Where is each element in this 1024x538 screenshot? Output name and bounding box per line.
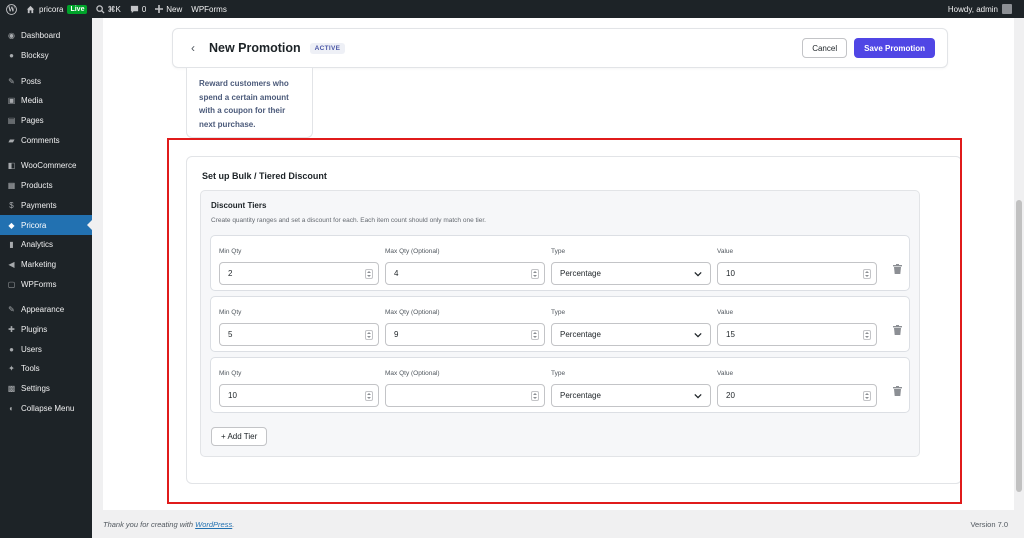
sidebar-item-pages[interactable]: ▤ Pages xyxy=(0,111,92,131)
avatar xyxy=(1002,4,1012,14)
archive-icon: ▦ xyxy=(7,181,16,191)
wrench-icon: ✦ xyxy=(8,364,15,374)
form-icon: ▢ xyxy=(7,279,16,289)
sidebar-item-media[interactable]: ▣ Media xyxy=(0,91,92,111)
sidebar-item-blocksy[interactable]: ● Blocksy xyxy=(0,46,92,66)
new-label: New xyxy=(166,4,183,14)
cancel-button[interactable]: Cancel xyxy=(802,38,848,58)
wordpress-logo-icon[interactable]: W xyxy=(6,3,17,15)
wpforms-label: WPForms xyxy=(191,4,227,14)
megaphone-icon: ◀ xyxy=(8,259,15,269)
footer-thanks-suffix: . xyxy=(232,520,235,529)
promotion-header: ‹ New Promotion ACTIVE Cancel Save Promo… xyxy=(172,28,948,68)
wpforms-link[interactable]: WPForms xyxy=(191,5,227,14)
page-title: New Promotion xyxy=(209,41,301,55)
sidebar-item-tools[interactable]: ✦ Tools xyxy=(0,359,92,379)
sidebar-item-label: WooCommerce xyxy=(21,161,77,171)
sidebar-item-woocommerce[interactable]: ◧ WooCommerce xyxy=(0,156,92,176)
comment-icon: ▰ xyxy=(8,135,15,145)
sidebar-item-label: Analytics xyxy=(21,240,54,250)
shortcut-label: ⌘K xyxy=(107,4,121,14)
save-promotion-button[interactable]: Save Promotion xyxy=(854,38,935,58)
plus-icon xyxy=(155,5,164,13)
sidebar-item-label: Appearance xyxy=(21,305,65,315)
bar-chart-icon: ▮ xyxy=(9,240,14,250)
sidebar-item-label: Products xyxy=(21,181,53,191)
sidebar-item-posts[interactable]: ✎ Posts xyxy=(0,71,92,91)
collapse-icon: ◐ xyxy=(9,403,14,413)
sidebar-item-label: Comments xyxy=(21,135,60,145)
sidebar-item-plugins[interactable]: ✚ Plugins xyxy=(0,320,92,340)
user-icon: ● xyxy=(9,344,14,354)
sidebar-item-collapse-menu[interactable]: ◐ Collapse Menu xyxy=(0,398,92,418)
sidebar-item-wpforms[interactable]: ▢ WPForms xyxy=(0,274,92,294)
sidebar-item-label: Settings xyxy=(21,384,50,394)
home-icon xyxy=(26,5,35,13)
search-icon xyxy=(96,4,106,14)
promotion-type-description: Reward customers who spend a certain amo… xyxy=(199,79,289,129)
admin-bar: W pricora Live ⌘K 0 New WPForms Howdy, a… xyxy=(0,0,1024,18)
sidebar-item-label: Blocksy xyxy=(21,51,49,61)
pin-icon: ✎ xyxy=(8,76,15,86)
sidebar-item-label: Marketing xyxy=(21,259,57,269)
sidebar-item-label: Pricora xyxy=(21,220,47,230)
page-icon: ▤ xyxy=(7,116,16,126)
site-name-link[interactable]: pricora Live xyxy=(26,4,88,14)
footer-thanks: Thank you for creating with WordPress. xyxy=(103,520,234,529)
comments-count: 0 xyxy=(141,4,147,14)
live-badge: Live xyxy=(67,4,88,14)
pricora-icon: ◆ xyxy=(8,220,15,230)
plug-icon: ✚ xyxy=(8,324,15,334)
version-text: Version 7.0 xyxy=(970,520,1008,529)
sidebar-item-products[interactable]: ▦ Products xyxy=(0,176,92,196)
sidebar-item-label: Plugins xyxy=(21,324,48,334)
sidebar-item-comments[interactable]: ▰ Comments xyxy=(0,130,92,150)
sidebar-item-label: Media xyxy=(21,96,43,106)
comments-link[interactable]: 0 xyxy=(130,5,146,14)
status-badge: ACTIVE xyxy=(309,42,346,54)
sidebar-item-pricora[interactable]: ◆ Pricora xyxy=(0,215,92,235)
account-menu[interactable]: Howdy, admin xyxy=(948,0,1012,18)
brush-icon: ✎ xyxy=(8,305,15,315)
sidebar-item-settings[interactable]: ▩ Settings xyxy=(0,379,92,399)
settings-icon: ▩ xyxy=(7,384,16,394)
wordpress-link[interactable]: WordPress xyxy=(195,520,232,529)
sidebar-item-label: Dashboard xyxy=(21,31,61,41)
site-name: pricora xyxy=(39,4,64,14)
sidebar-item-appearance[interactable]: ✎ Appearance xyxy=(0,300,92,320)
promotion-type-card[interactable]: Reward customers who spend a certain amo… xyxy=(186,68,313,138)
sidebar-item-label: Payments xyxy=(21,200,57,210)
dashboard-icon: ◉ xyxy=(8,31,15,41)
new-content-link[interactable]: New xyxy=(155,5,182,14)
sidebar-item-payments[interactable]: $ Payments xyxy=(0,196,92,216)
blocksy-icon: ● xyxy=(9,51,14,61)
sidebar-item-label: Users xyxy=(21,344,42,354)
sidebar-item-analytics[interactable]: ▮ Analytics xyxy=(0,235,92,255)
sidebar-item-label: Tools xyxy=(21,364,40,374)
woocommerce-icon: ◧ xyxy=(7,161,16,171)
dollar-icon: $ xyxy=(9,200,14,210)
footer-thanks-prefix: Thank you for creating with xyxy=(103,520,196,529)
comment-bubble-icon xyxy=(130,5,138,13)
command-search[interactable]: ⌘K xyxy=(96,4,121,14)
sidebar-item-marketing[interactable]: ◀ Marketing xyxy=(0,255,92,275)
sidebar-item-label: WPForms xyxy=(21,279,57,289)
media-icon: ▣ xyxy=(7,96,16,106)
svg-text:W: W xyxy=(7,6,15,13)
scrollbar[interactable] xyxy=(1016,200,1022,492)
admin-sidebar: ◉ Dashboard ● Blocksy ✎ Posts ▣ Media ▤ Pages… xyxy=(0,18,92,538)
admin-footer: Thank you for creating with WordPress. V… xyxy=(103,520,1008,529)
highlight-frame xyxy=(167,138,962,504)
sidebar-item-label: Posts xyxy=(21,76,42,86)
sidebar-item-label: Collapse Menu xyxy=(21,403,75,413)
sidebar-item-users[interactable]: ● Users xyxy=(0,339,92,359)
howdy-text: Howdy, admin xyxy=(947,4,998,14)
sidebar-item-dashboard[interactable]: ◉ Dashboard xyxy=(0,26,92,46)
sidebar-item-label: Pages xyxy=(21,116,44,126)
back-chevron-icon[interactable]: ‹ xyxy=(191,41,195,55)
